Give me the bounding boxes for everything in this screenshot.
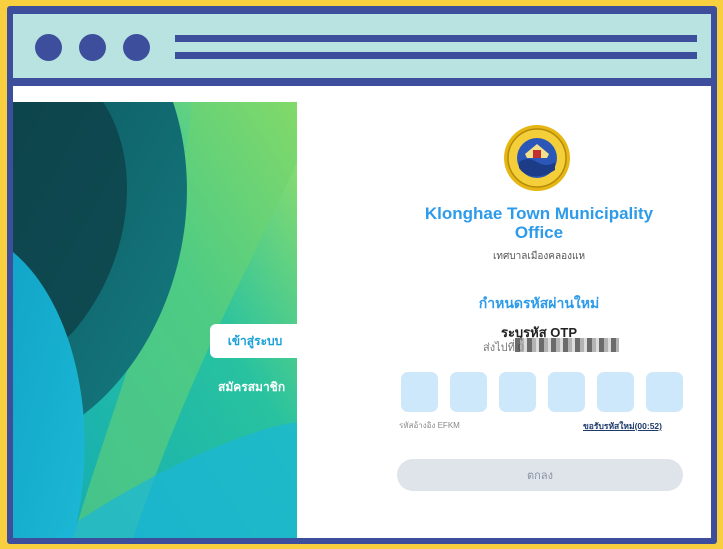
page-content: เข้าสู่ระบบ สมัครสมาชิก Klonghae Town Mu… bbox=[13, 86, 711, 538]
tab-login[interactable]: เข้าสู่ระบบ bbox=[210, 324, 297, 358]
otp-digit-input[interactable] bbox=[499, 372, 536, 412]
window-dot-icon bbox=[123, 34, 150, 61]
otp-digit-input[interactable] bbox=[597, 372, 634, 412]
resend-otp-link[interactable]: ขอรับรหัสใหม่(00:52) bbox=[583, 419, 662, 433]
titlebar-line bbox=[175, 35, 697, 42]
reference-code: รหัสอ้างอิง EFKM bbox=[399, 421, 460, 430]
titlebar-line bbox=[175, 52, 697, 59]
submit-button[interactable]: ตกลง bbox=[397, 459, 683, 491]
browser-window: เข้าสู่ระบบ สมัครสมาชิก Klonghae Town Mu… bbox=[7, 6, 717, 544]
tab-register[interactable]: สมัครสมาชิก bbox=[218, 378, 297, 397]
masked-phone-number bbox=[515, 338, 619, 352]
sidebar-background bbox=[13, 102, 297, 538]
otp-digit-input[interactable] bbox=[401, 372, 438, 412]
otp-digit-input[interactable] bbox=[450, 372, 487, 412]
sidebar-panel: เข้าสู่ระบบ สมัครสมาชิก bbox=[13, 102, 297, 538]
window-bottom-edge bbox=[13, 538, 711, 544]
otp-digit-input[interactable] bbox=[646, 372, 683, 412]
window-dot-icon bbox=[79, 34, 106, 61]
window-dot-icon bbox=[35, 34, 62, 61]
municipality-seal-icon bbox=[504, 125, 570, 191]
otp-digit-input[interactable] bbox=[548, 372, 585, 412]
org-name: Klonghae Town Municipality Office bbox=[424, 204, 654, 242]
page-title: กำหนดรหัสผ่านใหม่ bbox=[478, 295, 600, 311]
reset-password-form: Klonghae Town Municipality Office เทศบาล… bbox=[303, 86, 711, 538]
org-thai-name: เทศบาลเมืองคลองแห bbox=[492, 251, 586, 262]
window-titlebar bbox=[13, 14, 711, 78]
